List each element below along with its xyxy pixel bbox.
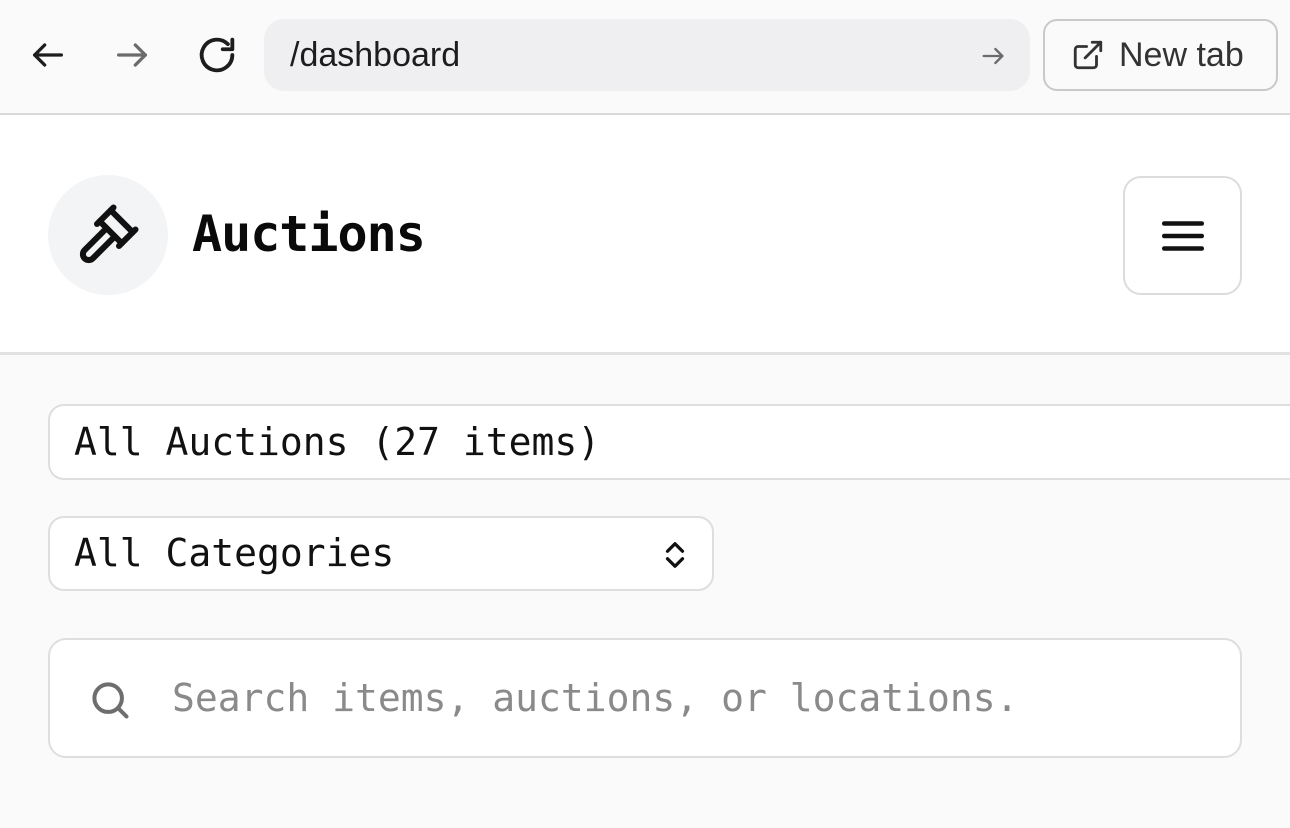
gavel-icon <box>79 204 139 264</box>
browser-toolbar: /dashboard New tab <box>0 0 1290 115</box>
chevron-up-down-icon <box>658 537 692 573</box>
new-tab-label: New tab <box>1119 35 1244 74</box>
new-tab-button[interactable]: New tab <box>1043 19 1278 91</box>
search-box[interactable] <box>48 638 1242 758</box>
search-icon <box>92 682 129 719</box>
arrow-right-icon <box>982 47 1004 65</box>
hamburger-menu-icon <box>1161 220 1204 251</box>
category-select[interactable]: All Categories <box>48 516 714 591</box>
go-button[interactable] <box>978 41 1008 71</box>
forward-button[interactable] <box>107 30 157 80</box>
reload-icon <box>199 37 235 73</box>
category-select-value: All Categories <box>74 531 395 575</box>
menu-button[interactable] <box>1123 176 1242 295</box>
app-header: Auctions <box>0 115 1290 355</box>
address-bar[interactable]: /dashboard <box>264 19 1030 91</box>
back-button[interactable] <box>23 30 73 80</box>
search-input[interactable] <box>172 658 1212 738</box>
arrow-right-icon <box>117 43 147 67</box>
page-title: Auctions <box>192 205 426 263</box>
auction-filter-select[interactable]: All Auctions (27 items) <box>48 404 1290 480</box>
url-text[interactable]: /dashboard <box>290 19 460 91</box>
external-link-icon <box>1073 40 1103 70</box>
app-logo <box>48 175 168 295</box>
arrow-left-icon <box>33 43 63 67</box>
reload-button[interactable] <box>192 30 242 80</box>
